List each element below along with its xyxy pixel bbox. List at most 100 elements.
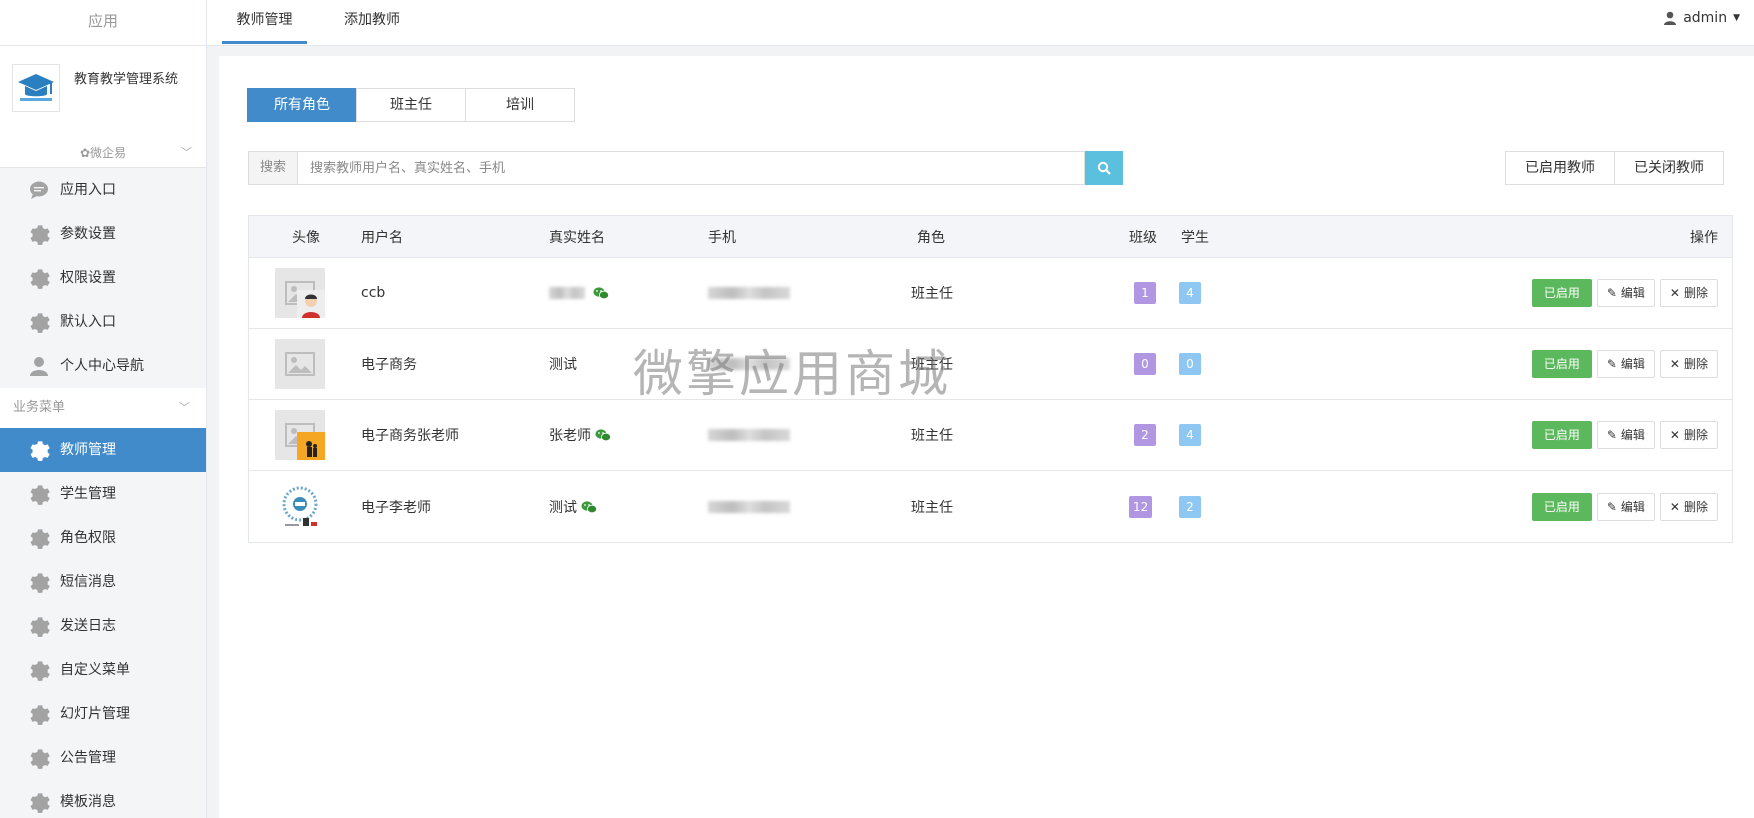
sidebar-sub-label: 微企易 [90,146,127,160]
role: 班主任 [911,400,953,470]
realname [549,258,609,328]
gear-icon [28,311,50,333]
sidebar-item-system-0[interactable]: 应用入口 [0,168,206,212]
sidebar-item-business-8[interactable]: 模板消息 [0,780,206,818]
sidebar-top-label[interactable]: 应用 [0,0,206,46]
student-count[interactable]: 2 [1179,471,1201,542]
username: ccb [361,258,385,328]
caret-down-icon: ▼ [1733,13,1740,23]
student-count[interactable]: 4 [1179,258,1201,328]
delete-button[interactable]: ✕ 删除 [1659,279,1718,307]
enabled-toggle-button[interactable]: 已启用 [1531,279,1592,307]
realname-text: 测试 [549,357,577,373]
sidebar-item-business-1[interactable]: 学生管理 [0,472,206,516]
role-tab-head-teacher[interactable]: 班主任 [356,88,466,122]
class-badge[interactable]: 12 [1129,495,1153,518]
student-badge[interactable]: 0 [1179,353,1201,375]
username: 电子商务 [361,329,417,399]
gear-icon [28,439,50,461]
role-tab-all[interactable]: 所有角色 [247,88,357,122]
close-icon: ✕ [1669,499,1680,514]
edit-label: 编辑 [1620,357,1645,371]
section-label: 业务菜单 [13,400,66,415]
sidebar-sub-toggle[interactable]: ✿微企易 ﹀ [0,138,206,168]
gear-icon [28,659,50,681]
class-badge[interactable]: 1 [1134,282,1156,304]
enabled-toggle-button[interactable]: 已启用 [1531,350,1592,378]
sidebar-item-business-3[interactable]: 短信消息 [0,560,206,604]
enabled-toggle-button[interactable]: 已启用 [1531,421,1592,449]
gear-icon [28,615,50,637]
edit-icon: ✎ [1606,357,1617,371]
sidebar-item-business-6[interactable]: 幻灯片管理 [0,692,206,736]
user-icon [28,355,50,377]
student-badge[interactable]: 2 [1179,495,1201,518]
delete-button[interactable]: ✕ 删除 [1659,350,1718,378]
gear-icon [28,703,50,725]
username: 电子李老师 [361,471,431,542]
sidebar-item-business-5[interactable]: 自定义菜单 [0,648,206,692]
sidebar-item-system-3[interactable]: 默认入口 [0,300,206,344]
sidebar-section-business[interactable]: 业务菜单 ﹀ [0,388,206,428]
student-badge[interactable]: 4 [1179,424,1201,446]
wechat-icon [581,500,597,513]
table-row: 电子商务张老师 张老师 班主任 2 4 已启用 ✎ 编辑 ✕ 删除 [249,400,1732,471]
delete-button[interactable]: ✕ 删除 [1659,492,1718,521]
class-count[interactable]: 2 [1134,400,1156,470]
gear-icon [28,791,50,813]
chevron-down-icon: ﹀ [179,401,190,414]
col-student: 学生 [1181,230,1209,246]
sidebar-item-label: 应用入口 [60,182,116,198]
sidebar-item-system-1[interactable]: 参数设置 [0,212,206,256]
realname-text: 张老师 [549,428,591,444]
delete-label: 删除 [1683,428,1708,442]
class-badge[interactable]: 2 [1134,424,1156,446]
edit-button[interactable]: ✎ 编辑 [1596,350,1655,378]
table-row: 电子李老师 测试 班主任 12 2 已启用 ✎ 编辑 ✕ 删除 [249,471,1732,542]
search-input[interactable] [298,151,1085,185]
edit-button[interactable]: ✎ 编辑 [1596,421,1655,449]
sidebar-item-business-0[interactable]: 教师管理 [0,428,206,472]
edit-button[interactable]: ✎ 编辑 [1596,492,1655,521]
sidebar-item-label: 默认入口 [60,314,116,330]
student-count[interactable]: 4 [1179,400,1201,470]
username-text: 电子商务 [361,357,417,373]
gear-icon [28,483,50,505]
search-button[interactable] [1085,151,1123,185]
filter-enabled-teachers[interactable]: 已启用教师 [1505,151,1615,185]
sidebar-item-business-2[interactable]: 角色权限 [0,516,206,560]
sidebar-item-system-4[interactable]: 个人中心导航 [0,344,206,388]
student-badge[interactable]: 4 [1179,282,1201,304]
chat-bubble-icon [28,179,50,201]
row-actions: 已启用 ✎ 编辑 ✕ 删除 [1531,471,1718,542]
user-menu[interactable]: admin ▼ [1663,10,1740,26]
status-filters: 已启用教师 已关闭教师 [1505,151,1724,185]
tab-teacher-management[interactable]: 教师管理 [222,0,307,44]
sidebar-item-system-2[interactable]: 权限设置 [0,256,206,300]
role-tab-training[interactable]: 培训 [465,88,575,122]
role-text: 班主任 [911,286,953,302]
phone [708,471,790,542]
class-count[interactable]: 12 [1129,471,1153,542]
student-count[interactable]: 0 [1179,329,1201,399]
enabled-toggle-button[interactable]: 已启用 [1531,492,1592,521]
edit-button[interactable]: ✎ 编辑 [1596,279,1655,307]
sidebar-item-business-4[interactable]: 发送日志 [0,604,206,648]
search-icon [1097,161,1111,175]
tab-add-teacher[interactable]: 添加教师 [327,0,417,44]
role: 班主任 [911,471,953,542]
class-badge[interactable]: 0 [1134,353,1156,375]
col-role: 角色 [917,230,945,246]
class-count[interactable]: 1 [1134,258,1156,328]
table-row: ccb 班主任 1 4 已启用 ✎ 编辑 ✕ 删除 [249,258,1732,329]
avatar [275,481,325,532]
class-count[interactable]: 0 [1134,329,1156,399]
filter-disabled-teachers[interactable]: 已关闭教师 [1614,151,1724,185]
username-text: 电子李老师 [361,499,431,516]
sidebar-item-label: 角色权限 [60,530,116,546]
edit-label: 编辑 [1620,499,1645,514]
delete-button[interactable]: ✕ 删除 [1659,421,1718,449]
realname: 测试 [549,329,577,399]
sidebar-item-business-7[interactable]: 公告管理 [0,736,206,780]
avatar-cell [275,329,325,399]
